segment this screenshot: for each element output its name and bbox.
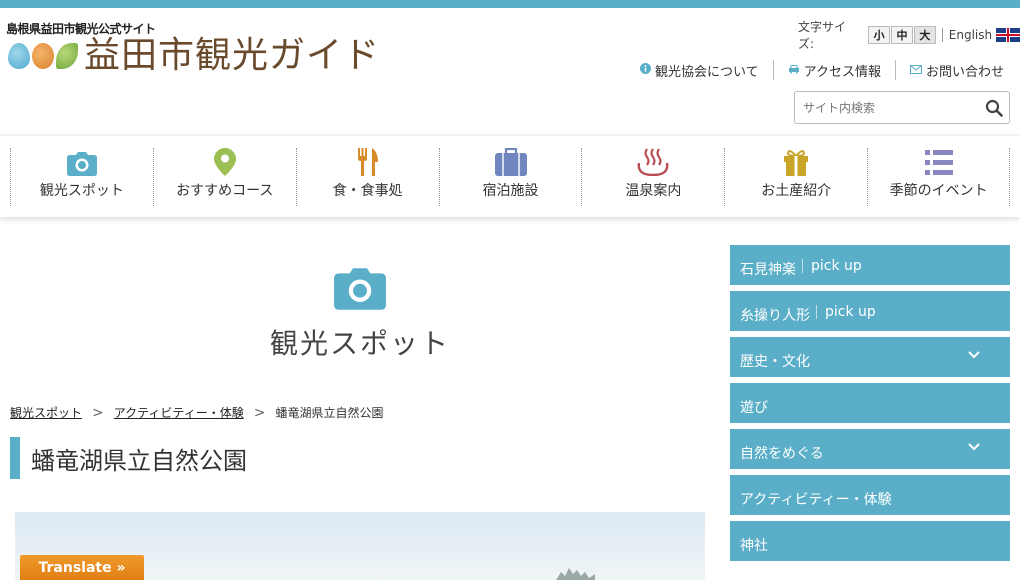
divider (941, 28, 943, 42)
sidebar-menu: 石見神楽 pick up 糸操り人形 pick up 歴史・文化 遊び 自然をめ… (730, 245, 1010, 567)
nav-label: 食・食事処 (332, 183, 403, 199)
nav-item-lodging[interactable]: 宿泊施設 (438, 148, 582, 206)
site-logo[interactable]: 益田市観光ガイド (8, 38, 380, 74)
breadcrumb-separator: > (92, 404, 104, 421)
sidebar-item-nature[interactable]: 自然をめぐる (730, 429, 1010, 469)
pickup-tag: pick up (802, 259, 862, 273)
sidebar-item-activities[interactable]: アクティビティー・体験 (730, 475, 1010, 515)
map-pin-icon (213, 148, 236, 176)
sidebar-item-shrines[interactable]: 神社 (730, 521, 1010, 561)
pickup-tag: pick up (816, 305, 876, 319)
page-title: 蟠竜湖県立自然公園 (31, 446, 247, 475)
font-size-medium-button[interactable]: 中 (891, 26, 913, 44)
suitcase-icon (494, 148, 527, 176)
logo-orange-drop (32, 43, 54, 69)
top-accent-bar (0, 0, 1020, 8)
camera-icon (334, 268, 386, 310)
sidebar-item-play[interactable]: 遊び (730, 383, 1010, 423)
logo-blue-drop (8, 43, 30, 69)
nav-item-courses[interactable]: おすすめコース (152, 148, 296, 206)
camera-icon (66, 152, 97, 176)
logo-leaf-drop (56, 43, 78, 69)
font-size-label: 文字サイズ: (798, 20, 847, 51)
breadcrumb: 観光スポット > アクティビティー・体験 > 蟠竜湖県立自然公園 (10, 404, 383, 421)
list-icon (924, 150, 953, 175)
page-title-block: 蟠竜湖県立自然公園 (10, 437, 247, 479)
hot-spring-icon (637, 148, 669, 176)
mail-icon (909, 63, 922, 77)
sidebar-item-history-culture[interactable]: 歴史・文化 (730, 337, 1010, 377)
fork-knife-icon (357, 148, 378, 176)
utility-links: 観光協会について アクセス情報 お問い合わせ (626, 60, 1004, 80)
english-link[interactable]: English (949, 28, 992, 42)
about-association-link[interactable]: 観光協会について (626, 60, 773, 80)
site-search (794, 91, 1010, 124)
breadcrumb-link-sightseeing[interactable]: 観光スポット (10, 404, 82, 421)
contact-link[interactable]: お問い合わせ (894, 60, 1004, 80)
breadcrumb-separator: > (253, 404, 266, 421)
nav-item-events[interactable]: 季節のイベント (867, 148, 1011, 206)
nav-label: 観光スポット (39, 183, 124, 199)
font-size-small-button[interactable]: 小 (868, 26, 891, 44)
search-icon[interactable] (979, 93, 1009, 123)
page-header: 観光スポット (10, 268, 710, 362)
font-size-switcher: 文字サイズ: 小 中 大 English (798, 18, 1020, 52)
nav-item-hot-springs[interactable]: 温泉案内 (581, 148, 724, 206)
sidebar-item-iwami-kagura[interactable]: 石見神楽 pick up (730, 245, 1010, 285)
section-title: 観光スポット (269, 327, 450, 360)
title-accent-bar (10, 437, 20, 479)
info-icon (640, 63, 651, 77)
access-link[interactable]: アクセス情報 (772, 60, 895, 80)
font-size-large-button[interactable]: 大 (913, 26, 936, 44)
car-icon (788, 63, 800, 77)
nav-item-souvenirs[interactable]: お土産紹介 (724, 148, 867, 206)
tree-silhouette (556, 568, 595, 580)
global-nav: 観光スポット おすすめコース 食・食事処 宿泊施設 温泉案内 お土産紹介 季節の… (0, 135, 1020, 217)
nav-label: お土産紹介 (761, 183, 832, 199)
breadcrumb-link-activities[interactable]: アクティビティー・体験 (114, 404, 244, 421)
chevron-down-icon[interactable] (968, 443, 980, 451)
nav-item-food[interactable]: 食・食事処 (295, 148, 439, 206)
logo-mark (8, 43, 78, 69)
nav-label: おすすめコース (176, 183, 274, 199)
nav-label: 季節のイベント (889, 183, 988, 199)
gift-icon (784, 150, 809, 176)
nav-label: 温泉案内 (625, 183, 682, 199)
translate-button[interactable]: Translate » (20, 555, 144, 580)
breadcrumb-current: 蟠竜湖県立自然公園 (275, 406, 384, 420)
logo-text: 益田市観光ガイド (84, 35, 381, 76)
sidebar-item-marionette[interactable]: 糸操り人形 pick up (730, 291, 1010, 331)
chevron-down-icon[interactable] (968, 351, 980, 359)
search-input[interactable] (795, 92, 979, 123)
nav-label: 宿泊施設 (482, 183, 539, 199)
nav-item-sightseeing[interactable]: 観光スポット (10, 148, 153, 206)
uk-flag-icon[interactable] (996, 28, 1020, 42)
